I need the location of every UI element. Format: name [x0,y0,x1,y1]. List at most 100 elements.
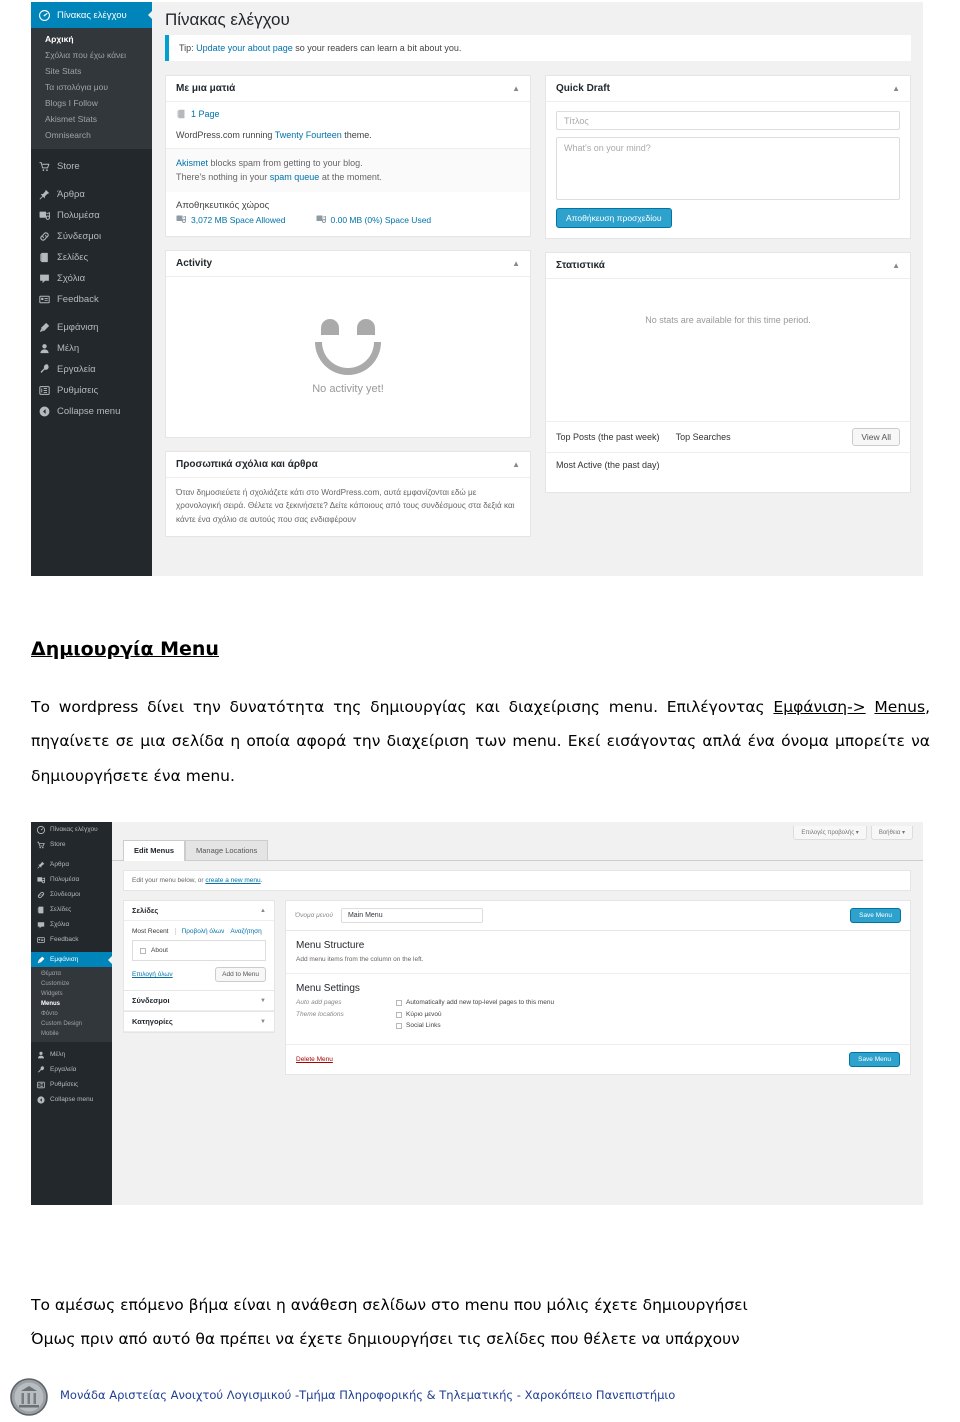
help-tab[interactable]: Βοήθεια ▾ [870,826,913,840]
quick-draft-content-input[interactable]: What's on your mind? [556,137,900,200]
sidebar-item-tools[interactable]: Εργαλεία [31,1062,112,1077]
tab-top-posts[interactable]: Top Posts (the past week) [556,432,660,442]
submenu-item-my-comments[interactable]: Σχόλια που έχω κάνει [31,47,152,63]
sidebar-item-links[interactable]: Σύνδεσμοι [31,226,152,247]
sidebar-item-media[interactable]: Πολυμέσα [31,872,112,887]
chevron-up-icon[interactable]: ▲ [512,259,520,268]
checkbox[interactable] [396,1011,402,1018]
chevron-up-icon[interactable]: ▲ [512,84,520,93]
menus-admin-sidebar: Πίνακας ελέγχου Store Άρθρα Πολυμέσα Σύν… [31,822,113,1205]
submenu-item-home[interactable]: Αρχική [31,31,152,47]
chevron-up-icon[interactable]: ▲ [892,261,900,270]
submenu-item-akismet-stats[interactable]: Akismet Stats [31,111,152,127]
menu-structure-column: Όνομα μενού Main Menu Save Menu Menu Str… [285,900,911,1075]
panel-header[interactable]: Σύνδεσμοι ▼ [124,991,274,1011]
panel-header[interactable]: Προσωπικά σχόλια και άρθρα ▲ [166,452,530,478]
panel-header[interactable]: Κατηγορίες ▼ [124,1012,274,1032]
sidebar-item-settings[interactable]: Ρυθμίσεις [31,380,152,401]
sidebar-item-store[interactable]: Store [31,837,112,852]
panel-header[interactable]: Με μια ματιά ▲ [166,76,530,102]
sidebar-item-comments[interactable]: Σχόλια [31,917,112,932]
theme-location-main-option[interactable]: Κύριο μενού [396,1011,442,1018]
list-item[interactable]: About [140,947,258,954]
sidebar-item-posts[interactable]: Άρθρα [31,857,112,872]
checkbox[interactable] [396,999,402,1006]
panel-header[interactable]: Activity ▲ [166,251,530,277]
sidebar-item-store[interactable]: Store [31,156,152,177]
sidebar-item-settings[interactable]: Ρυθμίσεις [31,1077,112,1092]
auto-add-option[interactable]: Automatically add new top-level pages to… [396,999,554,1006]
submenu-item-menus[interactable]: Menus [31,999,112,1009]
tab-manage-locations[interactable]: Manage Locations [185,840,269,860]
theme-name-link[interactable]: Twenty Fourteen [275,130,342,140]
panel-header[interactable]: Στατιστικά ▲ [546,253,910,279]
submenu-item-background[interactable]: Φόντο [31,1009,112,1019]
panel-header[interactable]: Quick Draft ▲ [546,76,910,102]
sidebar-item-links[interactable]: Σύνδεσμοι [31,887,112,902]
sidebar-item-pages[interactable]: Σελίδες [31,247,152,268]
chevron-up-icon[interactable]: ▲ [512,460,520,469]
sidebar-item-users[interactable]: Μέλη [31,338,152,359]
tab-most-recent[interactable]: Most Recent [132,928,176,935]
sidebar-item-appearance[interactable]: Εμφάνιση [31,952,113,967]
create-new-menu-link[interactable]: create a new menu [205,877,260,884]
sidebar-item-tools[interactable]: Εργαλεία [31,359,152,380]
auto-add-pages-row: Auto add pages Automatically add new top… [296,999,900,1006]
chevron-down-icon[interactable]: ▼ [260,1019,266,1025]
menu-name-input[interactable]: Main Menu [340,908,483,923]
submenu-item-my-blogs[interactable]: Τα ιστολόγια μου [31,79,152,95]
glance-pages-row: 1 Page [166,102,530,128]
sidebar-item-feedback[interactable]: Feedback [31,289,152,310]
sidebar-item-appearance[interactable]: Εμφάνιση [31,317,152,338]
sidebar-item-media[interactable]: Πολυμέσα [31,205,152,226]
checkbox[interactable] [396,1022,402,1029]
save-menu-button-top[interactable]: Save Menu [850,908,901,923]
submenu-item-widgets[interactable]: Widgets [31,989,112,999]
add-to-menu-button[interactable]: Add to Menu [215,967,266,982]
sidebar-item-label: Άρθρα [57,189,85,200]
quick-draft-title-input[interactable]: Τίτλος [556,111,900,130]
akismet-link[interactable]: Akismet [176,158,208,168]
tab-view-all[interactable]: Προβολή όλων [182,928,225,935]
tab-edit-menus[interactable]: Edit Menus [123,840,186,861]
sidebar-item-feedback[interactable]: Feedback [31,932,112,947]
chevron-down-icon[interactable]: ▼ [260,998,266,1004]
appearance-link[interactable]: Εμφάνιση-> [773,698,865,716]
save-menu-button-bottom[interactable]: Save Menu [849,1052,900,1067]
sidebar-item-pages[interactable]: Σελίδες [31,902,112,917]
sidebar-item-collapse-menu[interactable]: Collapse menu [31,1092,112,1107]
select-all-link[interactable]: Επιλογή όλων [132,971,173,978]
sidebar-item-users[interactable]: Μέλη [31,1047,112,1062]
submenu-item-omnisearch[interactable]: Omnisearch [31,127,152,143]
menus-link[interactable]: Menus [874,698,925,716]
sidebar-item-dashboard[interactable]: Πίνακας ελέγχου [31,822,112,837]
chevron-up-icon[interactable]: ▲ [260,908,266,914]
submenu-item-site-stats[interactable]: Site Stats [31,63,152,79]
auto-add-label: Auto add pages [296,999,342,1006]
screen-options-tab[interactable]: Επιλογές προβολής ▾ [793,826,867,840]
menu-settings-heading: Menu Settings [296,983,360,994]
tab-top-searches[interactable]: Top Searches [676,432,731,442]
submenu-item-custom-design[interactable]: Custom Design [31,1019,112,1029]
checkbox[interactable] [140,947,146,954]
sidebar-item-collapse-menu[interactable]: Collapse menu [31,401,152,422]
submenu-item-blogs-i-follow[interactable]: Blogs I Follow [31,95,152,111]
theme-location-social-option[interactable]: Social Links [396,1022,442,1029]
sidebar-item-dashboard[interactable]: Πίνακας ελέγχου [31,2,153,28]
sidebar-item-comments[interactable]: Σχόλια [31,268,152,289]
submenu-item-customize[interactable]: Customize [31,979,112,989]
tip-link[interactable]: Update your about page [196,43,293,53]
submenu-item-themes[interactable]: Θέματα [31,969,112,979]
chevron-up-icon[interactable]: ▲ [892,84,900,93]
closing-paragraph: Το αμέσως επόμενο βήμα είναι η ανάθεση σ… [31,1288,930,1357]
view-all-button[interactable]: View All [852,428,900,446]
categories-accordion-panel: Κατηγορίες ▼ [123,1011,275,1033]
delete-menu-link[interactable]: Delete Menu [296,1056,333,1063]
panel-header[interactable]: Σελίδες ▲ [124,901,274,921]
glance-pages-count[interactable]: 1 Page [191,109,220,119]
sidebar-item-posts[interactable]: Άρθρα [31,184,152,205]
submenu-item-mobile[interactable]: Mobile [31,1029,112,1039]
tab-search[interactable]: Αναζήτηση [230,928,261,935]
save-draft-button[interactable]: Αποθήκευση προσχεδίου [556,208,672,228]
spam-queue-link[interactable]: spam queue [270,172,320,182]
